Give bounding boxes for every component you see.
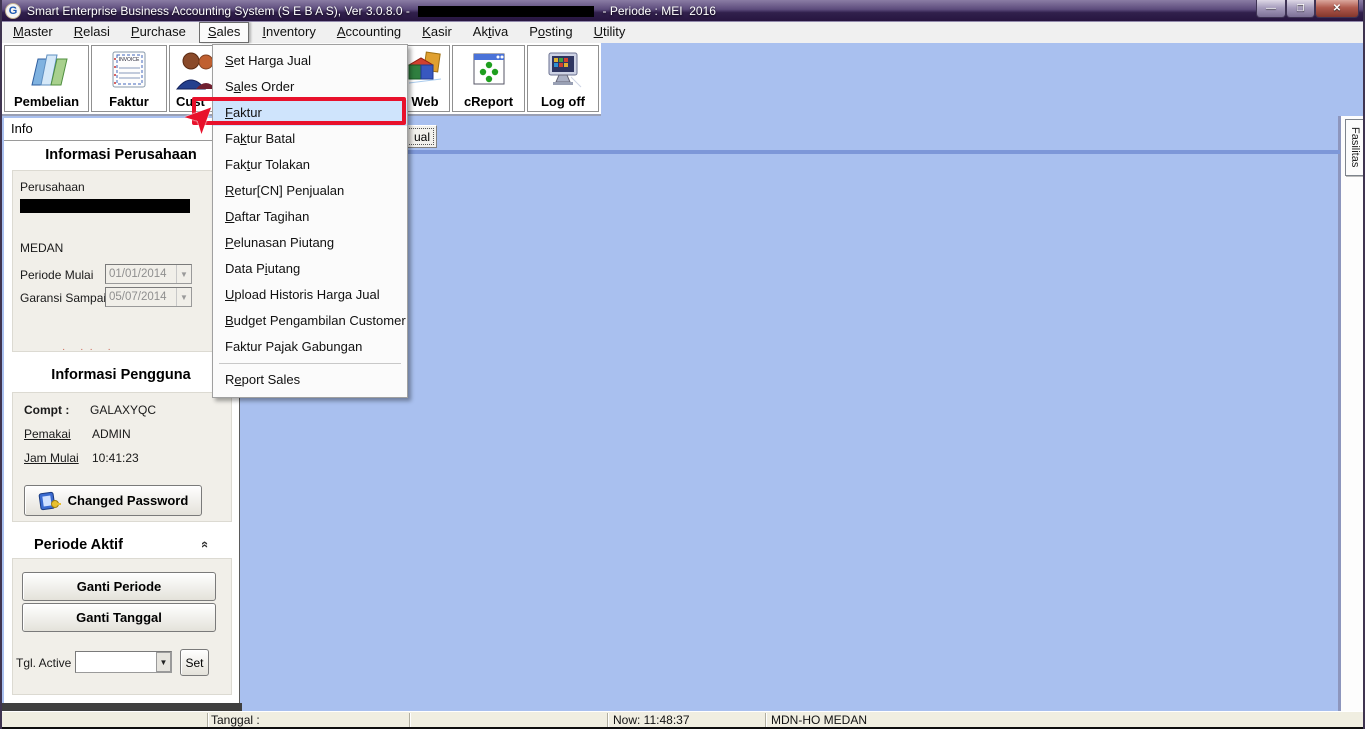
menubar-item[interactable]: Accounting [329, 22, 409, 43]
menubar-item[interactable]: Sales [199, 22, 250, 43]
close-icon: ✕ [1333, 3, 1341, 14]
toolbar-button-pembelian[interactable]: Pembelian [4, 45, 89, 112]
user-section-heading: Informasi Pengguna [4, 367, 238, 387]
company-label: Perusahaan [20, 180, 85, 194]
password-book-key-icon [38, 490, 62, 512]
menubar-item[interactable]: Kasir [414, 22, 460, 43]
tgl-active-label: Tgl. Active [16, 656, 71, 670]
pemakai-value: ADMIN [92, 427, 131, 441]
statusbar-separator [765, 713, 766, 727]
statusbar-separator [409, 713, 410, 727]
sales-menu-item[interactable]: Data Piutang [213, 256, 407, 282]
collapse-chevron-icon[interactable]: « [198, 541, 213, 548]
window-title-prefix: Smart Enterprise Business Accounting Sys… [27, 4, 413, 18]
dropdown-arrow-icon[interactable]: ▼ [176, 265, 191, 283]
logoff-icon [541, 46, 585, 94]
fasilitas-tab[interactable]: Fasilitas [1345, 119, 1364, 176]
minimize-button[interactable]: — [1256, 0, 1286, 18]
title-bar: G Smart Enterprise Business Accounting S… [0, 0, 1365, 22]
menu-separator [219, 363, 401, 364]
sales-menu-item[interactable]: Report Sales [213, 367, 407, 393]
pemakai-label[interactable]: Pemakai [24, 427, 71, 441]
menubar-item[interactable]: Aktiva [465, 22, 516, 43]
invoice-icon: INVOICE [107, 46, 151, 94]
statusbar-tanggal: Tanggal : [211, 713, 260, 727]
jam-mulai-value: 10:41:23 [92, 451, 139, 465]
window-title-suffix: - Periode : MEI 2016 [599, 4, 716, 18]
close-button[interactable]: ✕ [1315, 0, 1359, 18]
compt-label: Compt : [24, 403, 69, 417]
toolbar-button-creport[interactable]: cReport [452, 45, 525, 112]
ganti-periode-button[interactable]: Ganti Periode [22, 572, 216, 601]
jam-mulai-label[interactable]: Jam Mulai [24, 451, 79, 465]
app-logo-icon: G [5, 3, 21, 19]
sales-menu-item[interactable]: Faktur Pajak Gabungan [213, 334, 407, 360]
sales-menu-item[interactable]: Faktur Tolakan [213, 152, 407, 178]
toolbar-button-logoff[interactable]: Log off [527, 45, 599, 112]
restore-button[interactable]: ❐ [1286, 0, 1315, 18]
menubar-item[interactable]: Utility [586, 22, 634, 43]
window-controls: — ❐ ✕ [1256, 0, 1359, 18]
redacted-company-name [418, 6, 594, 17]
creport-icon [469, 46, 509, 94]
company-section-box [12, 170, 232, 352]
menubar-item[interactable]: Inventory [254, 22, 324, 43]
minimize-icon: — [1266, 3, 1276, 14]
menubar-item[interactable]: Relasi [66, 22, 118, 43]
sidebar-bottom-bar [2, 703, 242, 711]
city-label: MEDAN [20, 241, 63, 255]
menu-bar: Master Relasi Purchase Sales Inventory A… [2, 22, 1365, 43]
company-section-heading: Informasi Perusahaan [4, 147, 238, 167]
periode-mulai-label: Periode Mulai [20, 268, 93, 282]
restore-icon: ❐ [1296, 3, 1304, 14]
menubar-item[interactable]: Master [5, 22, 61, 43]
dropdown-arrow-icon[interactable]: ▼ [156, 652, 171, 672]
sales-menu-item[interactable]: Retur[CN] Penjualan [213, 178, 407, 204]
changed-password-button[interactable]: Changed Password [24, 485, 202, 516]
garansi-sampai-label: Garansi Sampai [20, 291, 106, 305]
set-button[interactable]: Set [180, 649, 209, 676]
right-dock-strip [1341, 116, 1365, 711]
statusbar-location: MDN-HO MEDAN [771, 713, 867, 727]
splitter-grip[interactable]: · ·· · [62, 344, 182, 355]
web-icon [403, 46, 447, 94]
compt-value: GALAXYQC [90, 403, 156, 417]
periode-mulai-combobox[interactable]: 01/01/2014 ▼ [105, 264, 192, 284]
app-window: G Smart Enterprise Business Accounting S… [0, 0, 1365, 729]
statusbar-separator [207, 713, 208, 727]
garansi-sampai-combobox[interactable]: 05/07/2014 ▼ [105, 287, 192, 307]
status-bar: Tanggal : Now: 11:48:37 MDN-HO MEDAN [2, 711, 1365, 727]
menubar-item[interactable]: Posting [521, 22, 580, 43]
sales-menu-item[interactable]: Daftar Tagihan [213, 204, 407, 230]
statusbar-now-time: Now: 11:48:37 [613, 713, 690, 727]
ganti-tanggal-button[interactable]: Ganti Tanggal [22, 603, 216, 632]
window-title: Smart Enterprise Business Accounting Sys… [27, 4, 716, 18]
sales-menu-item[interactable]: Set Harga Jual [213, 48, 407, 74]
toolbar-button-faktur[interactable]: INVOICE Faktur [91, 45, 167, 112]
sales-menu-item[interactable]: Upload Historis Harga Jual [213, 282, 407, 308]
sales-menu-item[interactable]: Budget Pengambilan Customer [213, 308, 407, 334]
svg-text:INVOICE: INVOICE [119, 57, 140, 63]
purchase-books-icon [24, 46, 70, 94]
statusbar-separator [607, 713, 608, 727]
dropdown-arrow-icon[interactable]: ▼ [176, 288, 191, 306]
tgl-active-combobox[interactable]: ▼ [75, 651, 172, 673]
sales-menu-item[interactable]: Faktur Batal [213, 126, 407, 152]
menubar-item[interactable]: Purchase [123, 22, 194, 43]
sales-menu-item[interactable]: Pelunasan Piutang [213, 230, 407, 256]
redacted-company-value [20, 199, 190, 213]
